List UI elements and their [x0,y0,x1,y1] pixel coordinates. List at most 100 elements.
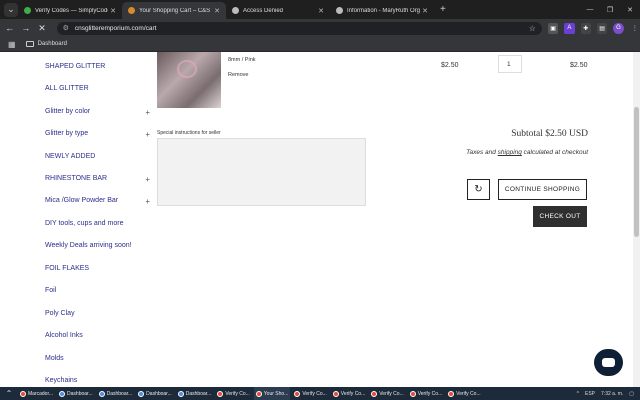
taskbar-item[interactable]: Verify Co... [215,387,251,400]
taskbar-overflow-icon[interactable]: ⌃ [2,389,16,398]
sidebar-item-label: Mica /Glow Powder Bar [45,197,119,204]
windows-taskbar: ⌃ Marcador... Dashboar... Dashboar... Da… [0,387,640,400]
taskbar-item-label: Dashboar... [146,390,172,397]
instructions-label: Special instructions for seller [157,130,221,136]
sidebar-item-all-glitter[interactable]: ALL GLITTER [45,85,150,92]
sidebar-item-shaped-glitter[interactable]: SHAPED GLITTER [45,63,150,70]
bookmark-star-icon[interactable]: ☆ [529,24,536,33]
chat-bubble-icon [602,358,615,367]
tab-label: Verify Codes — SimplyCodes [35,7,108,14]
scrollbar-thumb[interactable] [634,107,639,237]
expand-plus-icon[interactable]: + [145,175,150,184]
taskbar-item[interactable]: Dashboar... [136,387,174,400]
minimize-icon[interactable]: — [580,0,600,19]
taskbar-item[interactable]: Marcador... [18,387,55,400]
clock[interactable]: 7:32 a. m. [601,391,623,397]
taskbar-item[interactable]: Verify Co... [331,387,367,400]
taskbar-item-label: Verify Co... [225,390,250,397]
sidebar-item-foil[interactable]: Foil [45,287,150,294]
close-tab-icon[interactable]: ✕ [108,7,118,15]
close-tab-icon[interactable]: ✕ [316,7,326,15]
sidebar-item-newly-added[interactable]: NEWLY ADDED [45,153,150,160]
sidebar-item-diy-tools[interactable]: DIY tools, cups and more [45,220,150,227]
sidebar-item-keychains[interactable]: Keychains [45,377,150,384]
quantity-input[interactable]: 1 [498,55,522,73]
tab-verify-codes[interactable]: Verify Codes — SimplyCodes ✕ [18,2,122,19]
chrome-icon [448,390,455,397]
chat-widget-button[interactable] [594,349,623,376]
taskbar-item-label: Verify Co... [302,390,327,397]
taskbar-item[interactable]: Verify Co... [369,387,405,400]
taskbar-item-label: Dashboar... [185,390,212,397]
taskbar-item[interactable]: Dashboar... [57,387,95,400]
expand-plus-icon[interactable]: + [145,197,150,206]
expand-plus-icon[interactable]: + [145,130,150,139]
sidebar-item-alcohol-inks[interactable]: Alcohol Inks [45,332,150,339]
sidebar-item-molds[interactable]: Molds [45,355,150,362]
update-cart-button[interactable]: ↻ [467,179,490,200]
tab-shopping-cart[interactable]: Your Shopping Cart – C&S Glitt ✕ [122,2,226,19]
notification-icon[interactable]: ▢ [629,391,634,397]
taskbar-item-active[interactable]: Your Sho... [253,387,291,400]
page-scrollbar[interactable] [633,52,640,387]
extension-a-icon[interactable]: A [564,22,575,34]
extension-icon[interactable]: ▣ [547,22,559,34]
taskbar-item[interactable]: Verify Co... [446,387,482,400]
folder-icon [25,41,34,47]
profile-avatar[interactable]: G [613,22,624,34]
globe-icon [336,7,343,14]
remove-link[interactable]: Remove [228,72,248,78]
chrome-icon [98,390,105,397]
tray-chevron-icon[interactable]: ^ [577,391,579,397]
sidebar-item-glitter-by-color[interactable]: Glitter by color + [45,108,150,117]
tab-search-button[interactable]: ⌄ [4,2,18,17]
menu-kebab-icon[interactable]: ⋮ [630,23,640,34]
sidebar-item-poly-clay[interactable]: Poly Clay [45,310,150,317]
tab-label: Access Denied [243,7,284,14]
address-bar[interactable]: ⚙ cnsglitteremporium.com/cart ☆ [56,21,542,35]
close-tab-icon[interactable]: ✕ [212,7,222,15]
language-indicator[interactable]: ESP [585,391,595,397]
taxes-note: Taxes and shipping calculated at checkou… [466,149,588,156]
sidebar-item-label: Weekly Deals arriving soon! [45,242,132,249]
globe-icon [232,7,239,14]
product-image[interactable] [157,52,221,108]
site-info-icon[interactable]: ⚙ [63,24,69,32]
expand-plus-icon[interactable]: + [145,108,150,117]
new-tab-button[interactable]: + [440,4,446,15]
checkout-button[interactable]: CHECK OUT [533,206,587,227]
sidebar-item-foil-flakes[interactable]: FOIL FLAKES [45,265,150,272]
apps-grid-icon[interactable]: ▦ [8,40,16,49]
forward-arrow-icon[interactable]: → [19,21,32,35]
tab-access-denied[interactable]: Access Denied ✕ [226,2,330,19]
tab-label: Your Shopping Cart – C&S Glitt [139,7,212,14]
bookmarks-bar: ▦ Dashboard [0,37,640,52]
sidepanel-icon[interactable]: ▤ [596,22,608,34]
close-tab-icon[interactable]: ✕ [420,7,430,15]
back-arrow-icon[interactable]: ← [3,21,16,35]
continue-shopping-button[interactable]: CONTINUE SHOPPING [498,179,587,200]
stop-loading-icon[interactable]: ✕ [35,21,48,35]
sidebar-item-label: NEWLY ADDED [45,153,96,160]
shipping-link[interactable]: shipping [498,149,522,156]
sidebar-item-mica-glow[interactable]: Mica /Glow Powder Bar + [45,197,150,206]
tab-strip: ⌄ Verify Codes — SimplyCodes ✕ Your Shop… [0,0,640,19]
unit-price: $2.50 [441,62,459,69]
taskbar-item[interactable]: Verify Co... [292,387,328,400]
simplycodes-favicon-icon [24,7,31,14]
bookmark-dashboard[interactable]: Dashboard [25,41,67,47]
extensions-puzzle-icon[interactable]: ✚ [580,22,591,34]
sidebar-item-rhinestone-bar[interactable]: RHINESTONE BAR + [45,175,150,184]
taskbar-item-label: Your Sho... [263,390,289,397]
close-window-icon[interactable]: ✕ [620,0,640,19]
sidebar-item-weekly-deals[interactable]: Weekly Deals arriving soon! [45,242,150,249]
taskbar-item[interactable]: Dashboar... [176,387,214,400]
taskbar-item-label: Dashboar... [106,390,133,397]
maximize-icon[interactable]: ❐ [600,0,620,19]
tab-information[interactable]: Information - MaryRuth Organ ✕ [330,2,434,19]
page-content: SHAPED GLITTER ALL GLITTER Glitter by co… [0,52,640,387]
sidebar-item-glitter-by-type[interactable]: Glitter by type + [45,130,150,139]
special-instructions-textarea[interactable] [157,138,366,206]
taskbar-item[interactable]: Verify Co... [408,387,444,400]
taskbar-item[interactable]: Dashboar... [97,387,135,400]
